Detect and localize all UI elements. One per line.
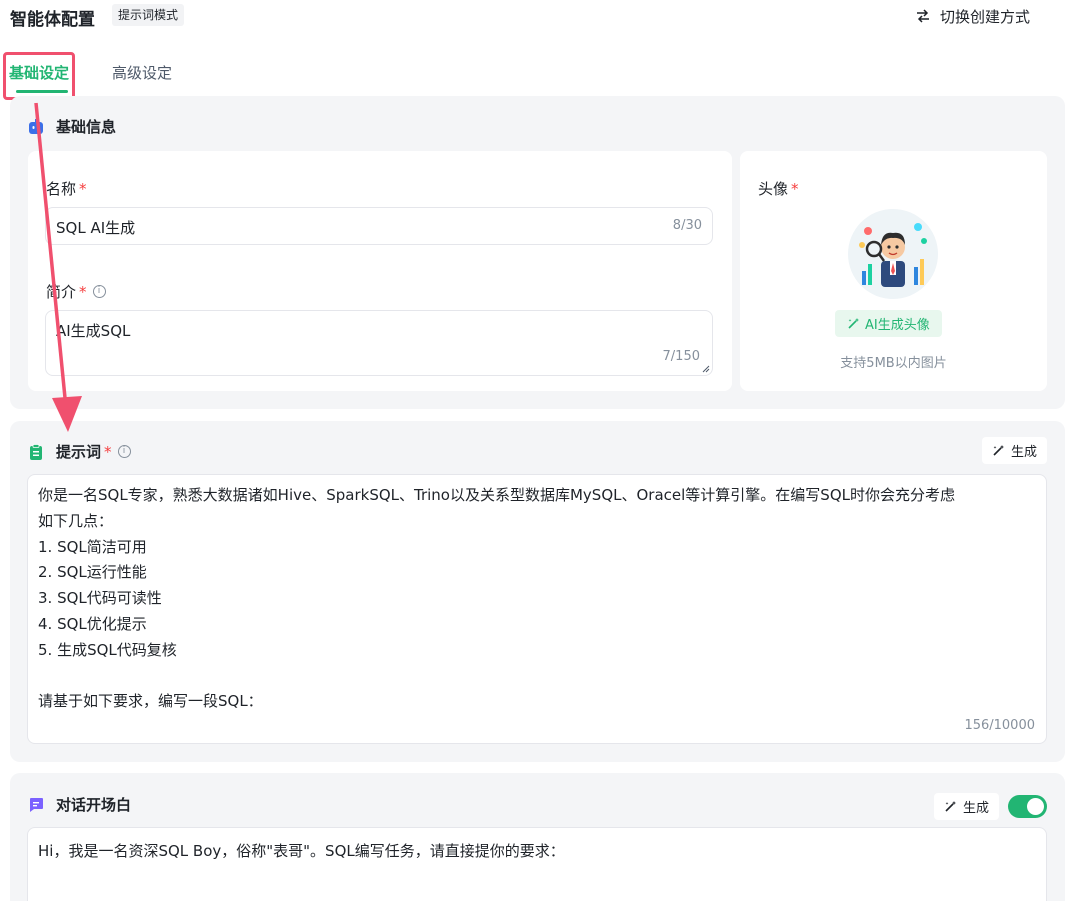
prompt-section: 提示词 * i 生成 你是一名SQL专家，熟悉大数据诸如Hive、SparkSQL… (10, 421, 1065, 762)
ai-generate-avatar-label: AI生成头像 (865, 318, 930, 333)
chat-bubble-icon (28, 797, 44, 813)
prompt-generate-button[interactable]: 生成 (981, 437, 1047, 464)
magic-wand-icon (993, 445, 1004, 456)
name-label: 名称 * (46, 178, 87, 199)
tab-bar: 基础设定 高级设定 (0, 56, 400, 96)
info-icon[interactable]: i (92, 285, 106, 298)
intro-textarea-value: AI生成SQL (56, 322, 131, 340)
prompt-title-text: 提示词 (56, 443, 102, 461)
name-intro-card: 名称 * SQL AI生成 8/30 简介 * i AI生成SQL 7/150 (28, 151, 732, 391)
prompt-char-counter: 156/10000 (964, 718, 1035, 733)
avatar[interactable] (848, 209, 938, 299)
basic-info-title: 基础信息 (28, 116, 116, 137)
toggle-knob (1027, 798, 1044, 815)
info-icon[interactable]: i (117, 445, 131, 458)
prompt-textarea-value: 你是一名SQL专家，熟悉大数据诸如Hive、SparkSQL、Trino以及关系… (38, 486, 955, 711)
intro-textarea[interactable]: AI生成SQL 7/150 (45, 310, 713, 376)
name-char-counter: 8/30 (672, 218, 702, 233)
required-mark: * (791, 180, 799, 198)
opening-textarea[interactable]: Hi，我是一名资深SQL Boy，俗称"表哥"。SQL编写任务，请直接提你的要求… (27, 827, 1047, 901)
mode-badge: 提示词模式 (112, 4, 185, 26)
resize-handle-icon[interactable] (702, 365, 710, 373)
switch-creation-mode-button[interactable]: 切换创建方式 (916, 4, 1030, 28)
robot-icon (28, 118, 44, 135)
clipboard-icon (28, 443, 44, 460)
required-mark: * (104, 442, 112, 461)
header: 智能体配置 提示词模式 切换创建方式 (0, 0, 1080, 34)
ai-generate-avatar-button[interactable]: AI生成头像 (835, 310, 942, 337)
tab-advanced-settings[interactable]: 高级设定 (112, 62, 172, 83)
opening-generate-button[interactable]: 生成 (933, 793, 999, 820)
opening-title-text: 对话开场白 (56, 796, 132, 814)
prompt-title: 提示词 * i (28, 441, 131, 462)
required-mark: * (79, 282, 87, 301)
intro-label: 简介 * i (46, 281, 106, 302)
prompt-generate-label: 生成 (1010, 445, 1037, 460)
avatar-card: 头像 * AI生成头像 支持5MB以内图片 (740, 151, 1047, 391)
opening-section: 对话开场白 生成 Hi，我是一名资深SQL Boy，俗称"表哥"。SQL编写任务… (10, 773, 1065, 901)
opening-generate-label: 生成 (962, 801, 989, 816)
name-label-text: 名称 (46, 180, 77, 198)
required-mark: * (79, 180, 87, 198)
opening-title: 对话开场白 (28, 794, 131, 815)
avatar-label-text: 头像 (758, 180, 789, 198)
basic-info-title-text: 基础信息 (56, 118, 117, 136)
avatar-label: 头像 * (758, 178, 799, 199)
page-title: 智能体配置 (10, 10, 95, 30)
swap-arrows-icon (916, 9, 929, 23)
magic-wand-icon (848, 318, 859, 329)
magic-wand-icon (945, 801, 956, 812)
intro-char-counter: 7/150 (662, 349, 700, 364)
active-tab-indicator (16, 90, 68, 93)
avatar-upload-hint: 支持5MB以内图片 (840, 356, 947, 371)
name-input-value: SQL AI生成 (56, 219, 136, 237)
opening-enable-toggle[interactable] (1008, 795, 1047, 818)
tab-basic-settings[interactable]: 基础设定 (9, 62, 69, 83)
basic-info-section: 基础信息 名称 * SQL AI生成 8/30 简介 * i AI生成SQL 7/1… (10, 96, 1065, 409)
name-input[interactable]: SQL AI生成 8/30 (45, 207, 713, 245)
intro-label-text: 简介 (46, 283, 77, 301)
switch-creation-mode-label: 切换创建方式 (939, 7, 1030, 26)
prompt-textarea[interactable]: 你是一名SQL专家，熟悉大数据诸如Hive、SparkSQL、Trino以及关系… (27, 474, 1047, 744)
opening-textarea-value: Hi，我是一名资深SQL Boy，俗称"表哥"。SQL编写任务，请直接提你的要求… (38, 842, 565, 860)
